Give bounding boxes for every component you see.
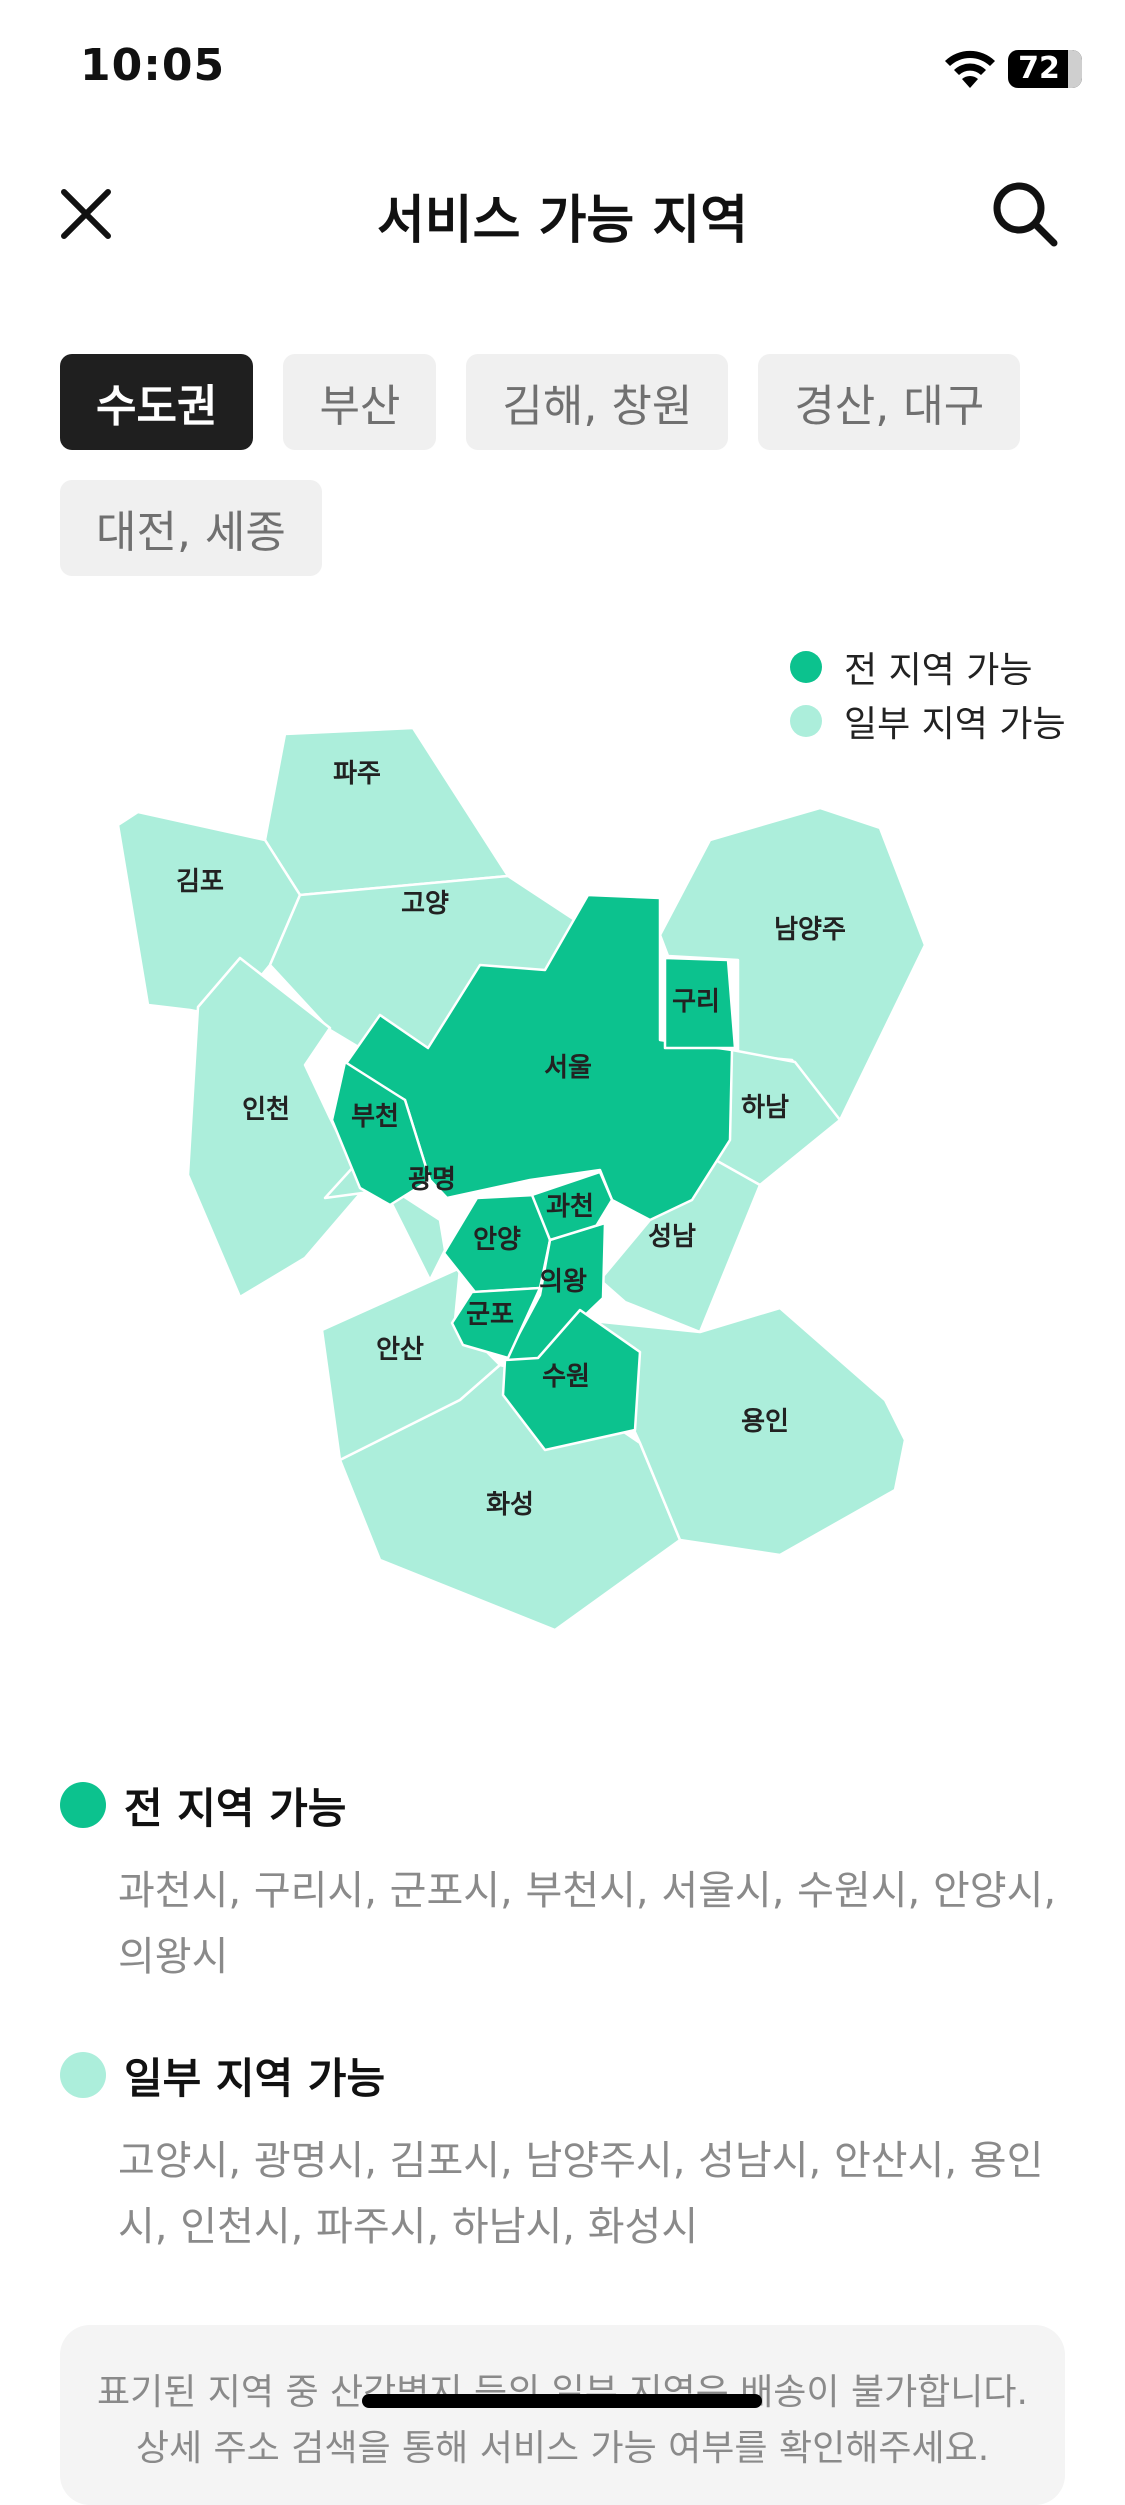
notice-box: 표기된 지역 중 산간벽지 등의 일부 지역은 배송이 불가합니다. 상세 주소… (60, 2325, 1065, 2505)
status-time: 10:05 (80, 40, 226, 91)
tab-gyeongsan-daegu[interactable]: 경산, 대구 (758, 354, 1021, 450)
label-gwacheon: 과천 (546, 1192, 594, 1222)
notice-line-1: 표기된 지역 중 산간벽지 등의 일부 지역은 배송이 불가합니다. (97, 2372, 1028, 2413)
full-area-list: 과천시, 구리시, 군포시, 부천시, 서울시, 수원시, 안양시, 의왕시 (118, 1868, 1057, 1980)
home-indicator (362, 2394, 762, 2408)
tab-capital-area[interactable]: 수도권 (60, 354, 254, 450)
label-uiwang: 의왕 (539, 1267, 587, 1297)
wifi-icon (945, 50, 995, 88)
label-hwaseong: 화성 (486, 1490, 534, 1520)
page-title: 서비스 가능 지역 (376, 191, 749, 251)
label-gimpo: 김포 (176, 867, 224, 897)
label-gunpo: 군포 (466, 1300, 514, 1330)
label-bucheon: 부천 (351, 1102, 399, 1132)
tab-daejeon-sejong[interactable]: 대전, 세종 (60, 480, 322, 576)
label-goyang: 고양 (401, 889, 449, 919)
tab-gimhae-changwon[interactable]: 김해, 창원 (466, 354, 729, 450)
label-hanam: 하남 (741, 1093, 789, 1123)
search-button[interactable] (985, 174, 1065, 254)
full-area-section: 전 지역 가능 과천시, 구리시, 군포시, 부천시, 서울시, 수원시, 안양… (60, 1770, 1070, 1990)
search-icon (993, 182, 1058, 247)
label-gwangmyeong: 광명 (408, 1165, 456, 1195)
full-area-title: 전 지역 가능 (124, 1783, 347, 1833)
label-ansan: 안산 (376, 1335, 424, 1365)
region-paju[interactable] (263, 726, 510, 897)
battery-icon: 72 (1008, 50, 1082, 88)
tab-busan[interactable]: 부산 (283, 354, 437, 450)
label-suwon: 수원 (542, 1362, 590, 1392)
full-area-dot-icon (60, 1782, 106, 1828)
partial-area-dot-icon (60, 2052, 106, 2098)
partial-area-section: 일부 지역 가능 고양시, 광명시, 김포시, 남양주시, 성남시, 안산시, … (60, 2040, 1070, 2260)
region-tabs: 수도권 부산 김해, 창원 경산, 대구 대전, 세종 (60, 354, 1070, 576)
partial-area-list: 고양시, 광명시, 김포시, 남양주시, 성남시, 안산시, 용인시, 인천시,… (118, 2138, 1044, 2250)
region-map-svg: 파주 김포 고양 남양주 구리 서울 하남 인천 부천 광명 과천 안양 성남 … (116, 726, 927, 1632)
service-area-map: 전 지역 가능 일부 지역 가능 파주 김포 고양 남양주 구리 서울 하남 인… (0, 640, 1125, 1700)
partial-area-title: 일부 지역 가능 (124, 2053, 386, 2103)
header: 서비스 가능 지역 (0, 160, 1125, 280)
label-yongin: 용인 (741, 1407, 789, 1437)
battery-level: 72 (1018, 51, 1060, 86)
label-guri: 구리 (672, 987, 720, 1017)
notice-line-2: 상세 주소 검색을 통해 서비스 가능 여부를 확인해주세요. (135, 2428, 990, 2469)
label-seongnam: 성남 (648, 1222, 696, 1252)
label-anyang: 안양 (473, 1225, 521, 1255)
status-bar: 10:05 72 (0, 0, 1125, 140)
label-seoul: 서울 (544, 1053, 592, 1083)
label-paju: 파주 (333, 759, 381, 789)
label-incheon: 인천 (242, 1095, 290, 1125)
label-namyangju: 남양주 (774, 915, 846, 945)
